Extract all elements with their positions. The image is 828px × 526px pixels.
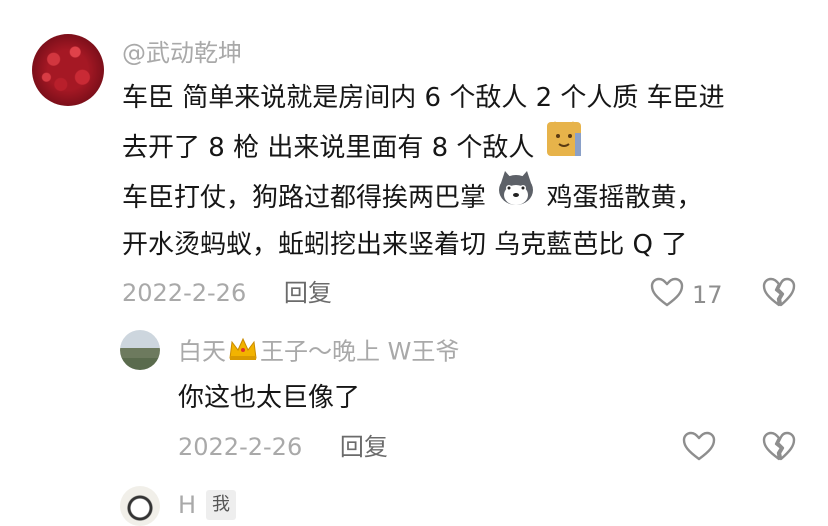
comment-text-line-2: 去开了 8 枪 出来说里面有 8 个敌人 bbox=[122, 121, 585, 172]
reply-username[interactable]: H我 bbox=[178, 490, 237, 520]
like-button[interactable]: 17 bbox=[650, 277, 723, 313]
comment-text-line-3b: 鸡蛋摇散黄， bbox=[546, 183, 703, 213]
reply-username-part2: 王子～晚上 W王爷 bbox=[260, 337, 460, 366]
reply-username-part1: 白天 bbox=[178, 337, 226, 366]
comment-text-line-4: 开水烫蚂蚁，蚯蚓挖出来竖着切 乌克藍芭比 Q 了 bbox=[122, 230, 688, 260]
author-tag: 我 bbox=[206, 490, 237, 520]
crown-emoji bbox=[228, 336, 258, 369]
broken-heart-icon[interactable] bbox=[762, 431, 796, 465]
reply-text: 你这也太巨像了 bbox=[178, 383, 361, 413]
comment-text-line-3: 车臣打仗，狗路过都得挨两巴掌 鸡蛋摇散黄， bbox=[122, 171, 703, 222]
comment-text-line-3a: 车臣打仗，狗路过都得挨两巴掌 bbox=[122, 183, 487, 213]
comment-text-line-1: 车臣 简单来说就是房间内 6 个敌人 2 个人质 车臣进 bbox=[122, 83, 725, 113]
comment-text-line-2-text: 去开了 8 枪 出来说里面有 8 个敌人 bbox=[122, 133, 535, 163]
comment-date: 2022-2-26 bbox=[122, 279, 247, 307]
comment-username[interactable]: @武动乾坤 bbox=[122, 38, 242, 68]
comment-meta: 2022-2-26 回复 bbox=[122, 278, 332, 308]
avatar[interactable] bbox=[32, 34, 104, 106]
heart-outline-icon bbox=[682, 431, 716, 467]
broken-heart-icon[interactable] bbox=[762, 277, 796, 311]
cat-face-emoji bbox=[545, 119, 583, 172]
reply-button[interactable]: 回复 bbox=[340, 433, 388, 461]
reply-username-text: H bbox=[178, 491, 197, 519]
avatar[interactable] bbox=[120, 330, 160, 370]
reply-date: 2022-2-26 bbox=[178, 433, 303, 461]
reply-button[interactable]: 回复 bbox=[284, 279, 332, 307]
reply-username[interactable]: 白天 王子～晚上 W王爷 bbox=[178, 336, 459, 369]
reply-meta: 2022-2-26 回复 bbox=[178, 432, 388, 462]
avatar[interactable] bbox=[120, 486, 160, 526]
like-button[interactable] bbox=[682, 431, 716, 467]
heart-outline-icon bbox=[650, 277, 684, 313]
like-count: 17 bbox=[692, 281, 723, 309]
husky-emoji bbox=[496, 169, 536, 222]
